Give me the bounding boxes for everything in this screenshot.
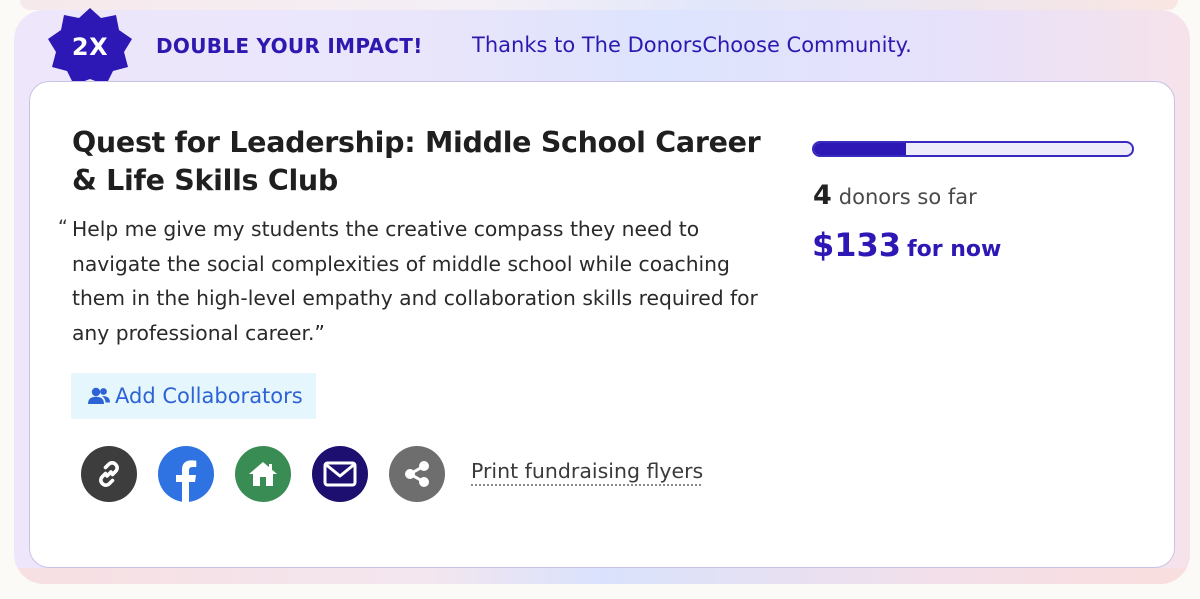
amount-label: for now [907,237,1002,262]
share-button[interactable] [389,446,445,502]
facebook-icon [176,460,197,502]
link-icon [99,461,119,487]
previous-card-edge [20,0,1178,10]
funding-progress-bar [812,141,1134,157]
funding-progress-fill [814,143,907,155]
add-collaborators-button[interactable]: Add Collaborators [71,373,316,419]
share-icon [405,461,429,487]
banner-subtitle: Thanks to The DonorsChoose Community. [472,33,912,57]
print-flyers-link[interactable]: Print fundraising flyers [471,459,703,483]
card-bottom-glow [14,568,1190,584]
email-icon [323,461,357,487]
website-share-button[interactable] [235,446,291,502]
badge-label: 2X [71,33,109,61]
match-badge: 2X [48,8,132,86]
people-icon [88,387,110,404]
project-title[interactable]: Quest for Leadership: Middle School Care… [72,124,792,200]
email-share-button[interactable] [312,446,368,502]
donor-count-number: 4 [813,180,832,211]
donor-count: 4 donors so far [813,180,977,211]
amount-raised: $133 for now [812,226,1001,264]
project-quote: Help me give my students the creative co… [72,217,758,345]
donor-count-label: donors so far [838,185,977,209]
quote-open-mark: “ [58,216,68,238]
add-collaborators-label: Add Collaborators [115,384,303,408]
facebook-share-button[interactable] [158,446,214,502]
website-icon [249,462,277,486]
banner-title: DOUBLE YOUR IMPACT! [156,34,423,58]
amount-value: $133 [812,226,902,264]
share-buttons [81,446,466,502]
copy-link-button[interactable] [81,446,137,502]
